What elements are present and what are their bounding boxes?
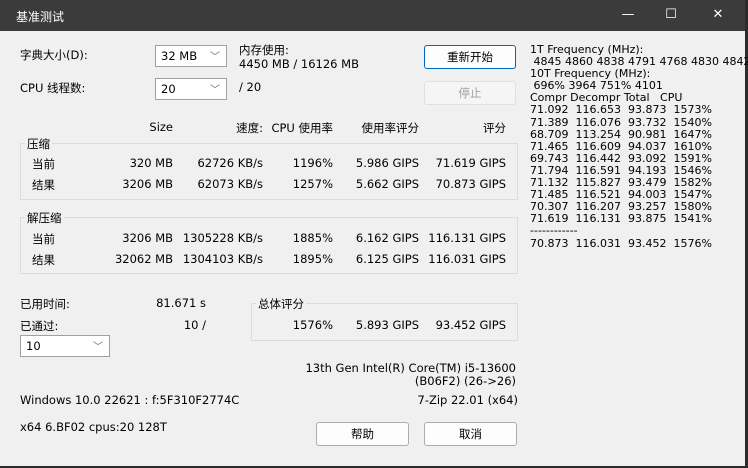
header-size: Size xyxy=(149,120,173,134)
compress-name-cell: 当前 xyxy=(32,157,55,171)
compress-cpu-cell: 1196% xyxy=(292,156,333,170)
decompress-cpu-cell: 1885% xyxy=(292,231,333,245)
window-title: 基准测试 xyxy=(16,10,65,24)
os-info: Windows 10.0 22621 : f:5F310F2774C xyxy=(20,393,240,407)
dict-size-value: 32 MB xyxy=(161,49,198,63)
header-cpu: CPU 使用率 xyxy=(271,121,333,135)
header-speed: 速度: xyxy=(236,121,263,135)
elapsed-value: 81.671 s xyxy=(156,296,206,310)
compress-speed-cell: 62073 KB/s xyxy=(197,177,263,191)
threads-value: 20 xyxy=(161,82,176,96)
memory-usage-value: 4450 MB / 16126 MB xyxy=(239,57,359,71)
close-icon[interactable]: ✕ xyxy=(703,4,733,26)
decompress-cpu-cell: 1895% xyxy=(292,252,333,266)
header-rating: 使用率评分 xyxy=(361,121,420,135)
threads-label: CPU 线程数: xyxy=(20,81,86,95)
dict-size-select[interactable]: 32 MB ﹀ xyxy=(155,45,227,67)
decompress-speed-cell: 1305228 KB/s xyxy=(182,231,263,245)
decompress-name-cell: 结果 xyxy=(32,253,55,267)
passes-label: 已通过: xyxy=(20,319,59,333)
benchmark-log: 1T Frequency (MHz): 4845 4860 4838 4791 … xyxy=(530,43,748,250)
compress-cpu-cell: 1257% xyxy=(292,177,333,191)
passes-select-value: 10 xyxy=(26,339,41,353)
decompress-rating-cell: 6.125 GIPS xyxy=(355,252,419,266)
total-label: 总体评分 xyxy=(256,296,306,312)
decompress-label: 解压缩 xyxy=(25,210,64,226)
elapsed-label: 已用时间: xyxy=(20,297,70,311)
decompress-score-cell: 116.131 GIPS xyxy=(428,231,506,245)
version-info: 7-Zip 22.01 (x64) xyxy=(417,393,519,407)
header-score: 评分 xyxy=(483,121,506,135)
compress-speed-cell: 62726 KB/s xyxy=(197,156,263,170)
decompress-size-cell: 3206 MB xyxy=(122,231,173,245)
total-rating: 5.893 GIPS xyxy=(355,318,419,332)
cpu-id: (B06F2) (26->26) xyxy=(414,374,516,388)
memory-usage-label: 内存使用: xyxy=(239,43,289,57)
decompress-speed-cell: 1304103 KB/s xyxy=(182,252,263,266)
maximize-icon[interactable]: ☐ xyxy=(656,4,686,26)
compress-name-cell: 结果 xyxy=(32,178,55,192)
help-button[interactable]: 帮助 xyxy=(316,422,409,446)
decompress-score-cell: 116.031 GIPS xyxy=(428,252,506,266)
cpu-name: 13th Gen Intel(R) Core(TM) i5-13600 xyxy=(305,361,516,375)
passes-value: 10 / xyxy=(183,318,206,332)
compress-label: 压缩 xyxy=(25,136,52,152)
chevron-down-icon: ﹀ xyxy=(93,342,103,353)
benchmark-window: 基准测试 — ☐ ✕ 字典大小(D): 32 MB ﹀ 内存使用: 4450 MB… xyxy=(0,0,748,466)
compress-score-cell: 71.619 GIPS xyxy=(435,156,506,170)
compress-score-cell: 70.873 GIPS xyxy=(435,177,506,191)
minimize-icon[interactable]: — xyxy=(613,4,643,26)
threads-select[interactable]: 20 ﹀ xyxy=(155,78,227,100)
compress-size-cell: 320 MB xyxy=(129,156,173,170)
chevron-down-icon: ﹀ xyxy=(210,52,220,63)
chevron-down-icon: ﹀ xyxy=(210,85,220,96)
arch-info: x64 6.BF02 cpus:20 128T xyxy=(20,420,167,434)
stop-button[interactable]: 停止 xyxy=(424,81,516,105)
compress-group: 压缩 xyxy=(20,136,518,200)
decompress-name-cell: 当前 xyxy=(32,232,55,246)
dict-size-label: 字典大小(D): xyxy=(20,48,88,62)
passes-select[interactable]: 10 ﹀ xyxy=(20,335,110,357)
compress-rating-cell: 5.986 GIPS xyxy=(355,156,419,170)
total-cpu: 1576% xyxy=(292,318,333,332)
restart-button[interactable]: 重新开始 xyxy=(424,45,516,69)
compress-rating-cell: 5.662 GIPS xyxy=(355,177,419,191)
total-score: 93.452 GIPS xyxy=(435,318,506,332)
compress-size-cell: 3206 MB xyxy=(122,177,173,191)
threads-max: / 20 xyxy=(239,80,262,94)
cancel-button[interactable]: 取消 xyxy=(424,422,517,446)
decompress-size-cell: 32062 MB xyxy=(114,252,173,266)
title-bar: 基准测试 — ☐ ✕ xyxy=(0,0,745,31)
decompress-rating-cell: 6.162 GIPS xyxy=(355,231,419,245)
